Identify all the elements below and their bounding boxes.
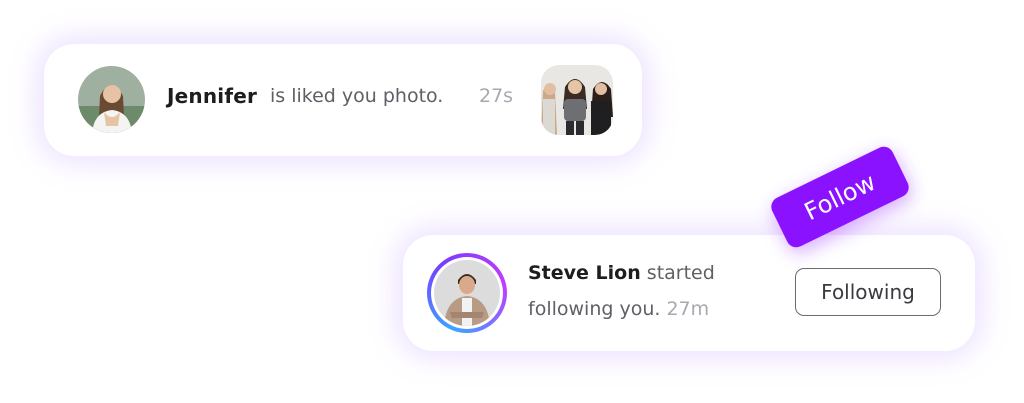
liked-photo-thumbnail[interactable] — [541, 65, 613, 135]
like-user-name[interactable]: Jennifer — [167, 84, 257, 108]
like-timestamp: 27s — [479, 85, 514, 107]
avatar-jennifer[interactable] — [78, 66, 145, 133]
follow-timestamp: 27m — [666, 298, 710, 320]
notifications-stage: Jennifer is liked you photo. 27s Steve L… — [0, 0, 1024, 403]
follow-text-line-2: following you. 27m — [528, 298, 709, 320]
liked-photo-image — [541, 65, 613, 135]
follow-user-name[interactable]: Steve Lion — [528, 262, 641, 284]
avatar-steve — [434, 260, 500, 326]
avatar-steve-border — [431, 257, 503, 329]
following-button[interactable]: Following — [795, 268, 941, 316]
like-notification-card[interactable]: Jennifer is liked you photo. 27s — [44, 44, 642, 156]
avatar-jennifer-image — [78, 66, 145, 133]
follow-action-text-2: following you. — [528, 298, 661, 320]
avatar-steve-image — [434, 260, 500, 326]
like-action-text: is liked you photo. — [270, 85, 444, 107]
avatar-steve-ring[interactable] — [427, 253, 507, 333]
follow-text-line-1: Steve Lion started — [528, 262, 715, 284]
follow-notification-card[interactable]: Steve Lion started following you. 27m Fo… — [403, 235, 975, 351]
follow-action-text-1: started — [646, 262, 715, 284]
